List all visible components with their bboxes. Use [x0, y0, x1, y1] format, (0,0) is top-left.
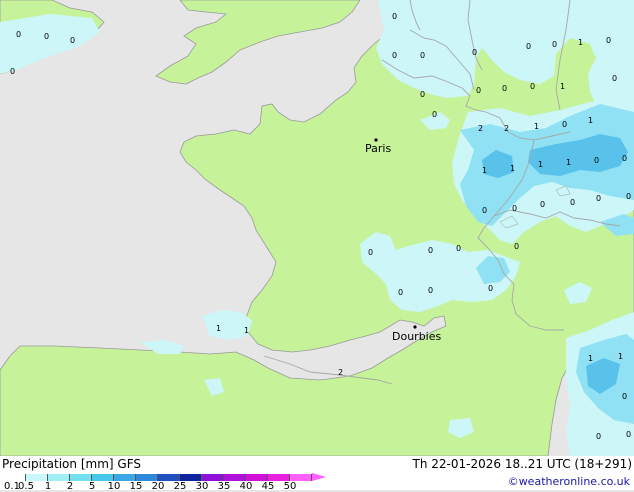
precip-value: 1 — [534, 122, 539, 131]
precip-value: 0 — [432, 110, 437, 119]
valid-time: Th 22-01-2026 18..21 UTC (18+291) — [412, 457, 632, 471]
precip-value: 0 — [626, 192, 631, 201]
precip-value: 0 — [526, 42, 531, 51]
precip-value: 0 — [488, 284, 493, 293]
legend-footer: Precipitation [mm] GFS Th 22-01-2026 18.… — [0, 456, 634, 492]
legend-tick-label: 20 — [151, 481, 165, 492]
precip-value: 0 — [428, 286, 433, 295]
precip-value: 2 — [504, 124, 509, 133]
colorbar-swatch — [290, 474, 312, 481]
precip-value: 0 — [626, 430, 631, 439]
precip-value: 1 — [566, 158, 571, 167]
precip-value: 0 — [606, 36, 611, 45]
precip-value: 1 — [588, 116, 593, 125]
legend-tick-label: 15 — [129, 481, 143, 492]
colorbar-arrow — [312, 473, 326, 481]
precip-value: 0 — [70, 36, 75, 45]
colorbar-swatch — [26, 474, 48, 481]
legend-tick-label: 50 — [283, 481, 297, 492]
city-dot-dourbies — [413, 325, 417, 329]
precip-value: 0 — [420, 51, 425, 60]
precip-value: 1 — [538, 160, 543, 169]
credit-link[interactable]: ©weatheronline.co.uk — [508, 475, 630, 488]
legend-tick-label: 5 — [88, 481, 96, 492]
precip-value: 0 — [392, 51, 397, 60]
legend-title: Precipitation [mm] GFS — [2, 457, 141, 471]
precip-value: 0 — [570, 198, 575, 207]
precip-value: 0 — [622, 392, 627, 401]
legend-tick-label: 1 — [44, 481, 52, 492]
city-label-paris: Paris — [365, 142, 391, 155]
precip-value: 0 — [16, 30, 21, 39]
precip-value: 0 — [482, 206, 487, 215]
colorbar-swatch — [4, 474, 26, 481]
map-canvas: 0 0 0 0 0 0 0 0 0 0 0 0 0 0 1 0 0 0 1 2 … — [0, 0, 634, 456]
colorbar-swatch — [268, 474, 290, 481]
precip-value: 0 — [540, 200, 545, 209]
precip-value: 0 — [368, 248, 373, 257]
precip-value: 0 — [10, 67, 15, 76]
precip-value: 0 — [530, 82, 535, 91]
precip-value: 0 — [594, 156, 599, 165]
colorbar-swatch — [136, 474, 158, 481]
precip-value: 0 — [514, 242, 519, 251]
precip-value: 0 — [472, 48, 477, 57]
precipitation-map: 0 0 0 0 0 0 0 0 0 0 0 0 0 0 1 0 0 0 1 2 … — [0, 0, 634, 456]
precip-value: 0 — [456, 244, 461, 253]
precip-value: 0 — [392, 12, 397, 21]
colorbar-swatch — [48, 474, 70, 481]
legend-tick-label: 40 — [239, 481, 253, 492]
legend-tick-label: 2 — [66, 481, 74, 492]
legend-tick-label: 35 — [217, 481, 231, 492]
precip-value: 1 — [216, 324, 221, 333]
legend-tick-label: 0.5 — [18, 481, 34, 492]
precip-value: 0 — [428, 246, 433, 255]
precip-value: 0 — [502, 84, 507, 93]
precip-value: 0 — [562, 120, 567, 129]
colorbar-swatch — [202, 474, 224, 481]
precip-value: 0 — [420, 90, 425, 99]
legend-tick-label: 10 — [107, 481, 121, 492]
precip-value: 0 — [596, 194, 601, 203]
colorbar-swatch — [246, 474, 268, 481]
precip-value: 1 — [510, 164, 515, 173]
colorbar-swatch — [158, 474, 180, 481]
precip-value: 0 — [612, 74, 617, 83]
colorbar-swatch — [114, 474, 136, 481]
precip-value: 2 — [478, 124, 483, 133]
legend-model: GFS — [117, 457, 141, 471]
legend-title-text: Precipitation [mm] — [2, 457, 114, 471]
colorbar-swatch — [92, 474, 114, 481]
precip-value: 1 — [578, 38, 583, 47]
precip-value: 0 — [552, 40, 557, 49]
legend-colorbar — [4, 474, 312, 481]
precip-value: 0 — [512, 204, 517, 213]
precip-value: 0 — [398, 288, 403, 297]
precip-value: 1 — [482, 166, 487, 175]
city-label-dourbies: Dourbies — [392, 330, 442, 343]
precip-value: 1 — [560, 82, 565, 91]
precip-value: 0 — [622, 154, 627, 163]
legend-tick-label: 30 — [195, 481, 209, 492]
precip-value: 1 — [588, 354, 593, 363]
colorbar-swatch — [70, 474, 92, 481]
legend-tick-label: 25 — [173, 481, 187, 492]
colorbar-swatch — [224, 474, 246, 481]
precip-value: 1 — [244, 326, 249, 335]
legend-ticks: 0.1 0.5 1 2 5 10 15 20 25 30 35 40 45 50 — [0, 482, 330, 492]
precip-value: 0 — [476, 86, 481, 95]
precip-value: 1 — [618, 352, 623, 361]
precip-value: 2 — [338, 368, 343, 377]
precip-value: 0 — [44, 32, 49, 41]
colorbar-swatch — [180, 474, 202, 481]
legend-tick-label: 45 — [261, 481, 275, 492]
precip-value: 0 — [596, 432, 601, 441]
